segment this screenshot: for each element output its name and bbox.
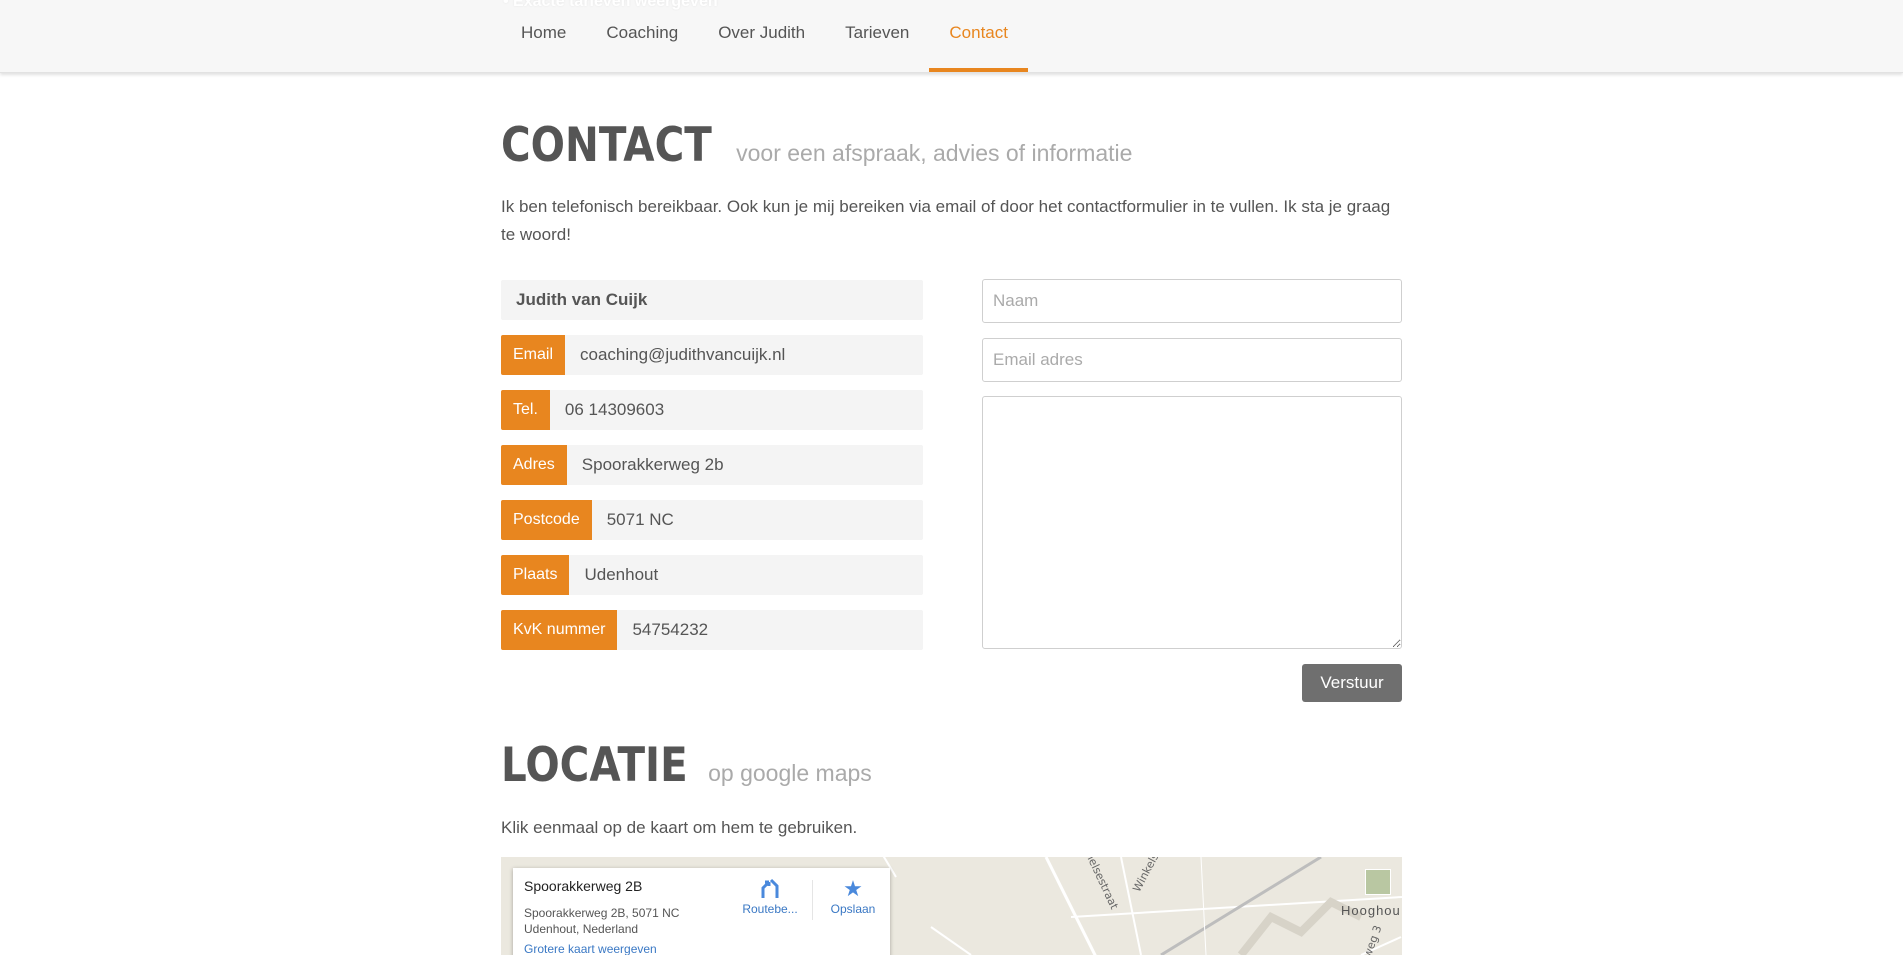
nav-item-home[interactable]: Home [501,0,586,72]
larger-map-link[interactable]: Grotere kaart weergeven [524,942,657,955]
contact-intro: Ik ben telefonisch bereikbaar. Ook kun j… [501,197,1391,244]
email-input[interactable] [982,338,1402,382]
location-intro: Klik eenmaal op de kaart om hem te gebru… [501,818,858,837]
email-label: Email [501,335,566,375]
location-subtitle: op google maps [708,760,872,786]
name-input[interactable] [982,279,1402,323]
postcode-row: Postcode 5071 NC [501,500,923,540]
map-address-line1: Spoorakkerweg 2B, 5071 NC [524,906,680,920]
message-textarea[interactable] [982,396,1402,649]
city-value: Udenhout [584,565,659,584]
city-row: Plaats Udenhout [501,555,923,595]
contact-name-row: Judith van Cuijk [501,280,923,320]
top-navbar: • Exacte tarieven weergeven Home Coachin… [0,0,1903,73]
nav-item-over-judith[interactable]: Over Judith [698,0,825,72]
nav-item-coaching[interactable]: Coaching [586,0,698,72]
map-address-line2: Udenhout, Nederland [524,922,639,936]
map-place-name: Spoorakkerweg 2B [524,878,643,894]
map-town-label: Hooghou [1341,903,1401,918]
kvk-value: 54754232 [632,620,709,639]
star-icon: ★ [843,876,863,901]
nav-item-contact[interactable]: Contact [929,0,1028,72]
map-card-divider [812,880,813,920]
address-value: Spoorakkerweg 2b [581,455,724,474]
email-value[interactable]: coaching@judithvancuijk.nl [565,345,785,365]
contact-title: CONTACT [501,118,712,173]
map-info-card: Spoorakkerweg 2B Spoorakkerweg 2B, 5071 … [513,868,890,955]
location-title: LOCATIE [501,738,688,793]
map-satellite-thumbnail[interactable] [1365,869,1391,895]
kvk-row: KvK nummer 54754232 [501,610,923,650]
submit-button[interactable]: Verstuur [1302,664,1402,702]
google-map[interactable]: nnelsestraat Winkelse weg 3 Hooghou Spoo… [501,857,1402,955]
main-nav: Home Coaching Over Judith Tarieven Conta… [501,0,1028,72]
contact-heading: CONTACT voor een afspraak, advies of inf… [501,118,1132,173]
address-row: Adres Spoorakkerweg 2b [501,445,923,485]
phone-label: Tel. [501,390,550,430]
phone-row: Tel. 06 14309603 [501,390,923,430]
map-address: Spoorakkerweg 2B, 5071 NC Udenhout, Nede… [524,905,694,937]
email-row: Email coaching@judithvancuijk.nl [501,335,923,375]
phone-value[interactable]: 06 14309603 [550,400,664,420]
save-place-label: Opslaan [830,902,876,916]
address-label: Adres [501,445,567,485]
nav-item-tarieven[interactable]: Tarieven [825,0,929,72]
kvk-label: KvK nummer [501,610,618,650]
contact-subtitle: voor een afspraak, advies of informatie [736,140,1133,166]
directions-icon [735,876,805,902]
city-label: Plaats [501,555,570,595]
location-heading: LOCATIE op google maps [501,738,872,793]
postcode-label: Postcode [501,500,592,540]
contact-name: Judith van Cuijk [516,290,648,309]
directions-label: Routebe... [742,902,798,916]
save-place-button[interactable]: ★ Opslaan [818,876,888,916]
directions-button[interactable]: Routebe... [735,876,805,916]
postcode-value: 5071 NC [606,510,674,529]
